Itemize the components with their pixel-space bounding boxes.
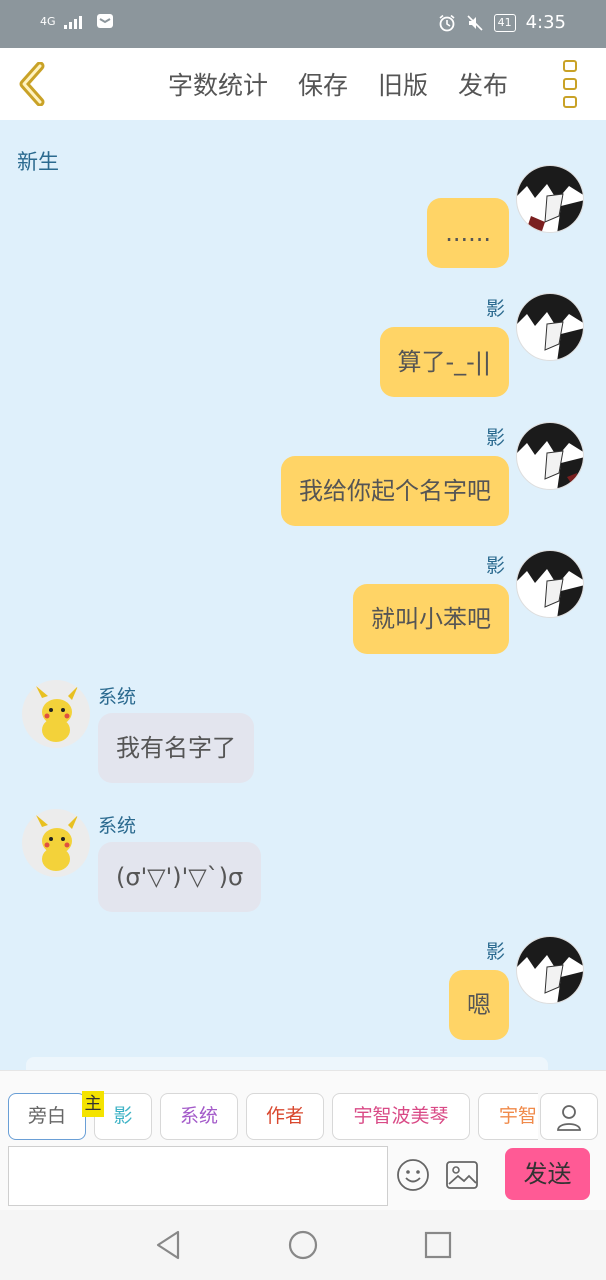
- nav-back-icon[interactable]: [152, 1228, 186, 1262]
- top-toolbar: 字数统计 保存 旧版 发布: [0, 48, 606, 120]
- more-dot-icon: [563, 78, 577, 90]
- toolbar-actions: 字数统计 保存 旧版 发布: [168, 66, 508, 102]
- role-chip-mikoto[interactable]: 宇智波美琴: [332, 1093, 470, 1140]
- sender-name: 影: [486, 427, 506, 449]
- chevron-left-icon: [19, 61, 45, 107]
- system-nav-bar: [0, 1210, 606, 1280]
- avatar-ying[interactable]: [516, 422, 584, 490]
- insert-image-button[interactable]: [445, 1159, 479, 1191]
- nav-recents-icon[interactable]: [421, 1228, 455, 1262]
- alarm-icon: [439, 14, 455, 31]
- message-bubble[interactable]: (σ'▽')'▽`)σ: [98, 842, 262, 912]
- add-role-button[interactable]: [540, 1093, 598, 1140]
- avatar-ying[interactable]: [516, 936, 584, 1004]
- status-left: 4G: [40, 12, 114, 30]
- pikachu-avatar-icon: [36, 815, 78, 871]
- smiley-icon: [397, 1159, 429, 1191]
- message-bubble[interactable]: 嗯: [449, 970, 509, 1040]
- role-chip-uchiha[interactable]: 宇智: [478, 1093, 538, 1140]
- network-indicator: 4G: [40, 14, 56, 28]
- emoji-button[interactable]: [396, 1158, 430, 1192]
- message-bubble[interactable]: ......: [427, 198, 509, 268]
- word-count-button[interactable]: 字数统计: [168, 66, 268, 102]
- status-right: 41 4:35: [438, 12, 566, 33]
- input-panel: 旁白 影 系统 作者 宇智波美琴 宇智 主 发送: [0, 1070, 606, 1210]
- anime-character-avatar-icon: [517, 937, 583, 1003]
- carrier-app-icon: [96, 14, 113, 28]
- nav-home-icon[interactable]: [286, 1228, 320, 1262]
- message-bubble[interactable]: 就叫小苯吧: [353, 584, 509, 654]
- send-button[interactable]: 发送: [505, 1148, 590, 1200]
- clock: 4:35: [525, 12, 566, 33]
- avatar-ying[interactable]: [516, 293, 584, 361]
- role-chip-system[interactable]: 系统: [160, 1093, 238, 1140]
- sender-name: 系统: [98, 686, 137, 708]
- more-options-button[interactable]: [563, 60, 581, 108]
- role-label: 旁白: [27, 1105, 66, 1127]
- sender-name: 影: [486, 298, 506, 320]
- anime-character-avatar-icon: [517, 423, 583, 489]
- mute-icon: [467, 14, 483, 31]
- message-input[interactable]: [8, 1146, 388, 1206]
- anime-character-avatar-icon: [517, 551, 583, 617]
- role-chip-author[interactable]: 作者: [246, 1093, 324, 1140]
- role-label: 宇智: [498, 1105, 537, 1127]
- main-role-badge: 主: [82, 1091, 104, 1117]
- publish-button[interactable]: 发布: [458, 66, 508, 102]
- anime-character-avatar-icon: [517, 294, 583, 360]
- message-bubble[interactable]: 我有名字了: [98, 713, 254, 783]
- anime-character-avatar-icon: [517, 166, 583, 232]
- message-bubble[interactable]: 我给你起个名字吧: [281, 456, 509, 526]
- role-label: 宇智波美琴: [353, 1105, 449, 1127]
- chat-title: 新生: [17, 150, 59, 174]
- old-version-button[interactable]: 旧版: [378, 66, 428, 102]
- partial-message-card: [26, 1057, 548, 1070]
- save-button[interactable]: 保存: [298, 66, 348, 102]
- role-chip-narrator[interactable]: 旁白: [8, 1093, 86, 1140]
- status-bar: 4G 41 4:35: [0, 0, 606, 48]
- signal-icon: [63, 16, 82, 29]
- role-label: 作者: [265, 1105, 304, 1127]
- image-icon: [446, 1161, 478, 1189]
- message-bubble[interactable]: 算了-_-||: [379, 327, 509, 397]
- battery-indicator: 41: [493, 13, 516, 32]
- sender-name: 影: [486, 555, 506, 577]
- avatar-ying[interactable]: [516, 550, 584, 618]
- more-dot-icon: [563, 96, 577, 108]
- avatar-ying[interactable]: [516, 165, 584, 233]
- more-dot-icon: [563, 60, 577, 72]
- role-label: 影: [113, 1105, 133, 1127]
- user-icon: [557, 1104, 581, 1131]
- back-button[interactable]: [16, 61, 50, 107]
- role-label: 系统: [179, 1105, 218, 1127]
- sender-name: 影: [486, 941, 506, 963]
- pikachu-avatar-icon: [36, 686, 78, 742]
- avatar-system[interactable]: [22, 809, 90, 877]
- sender-name: 系统: [98, 815, 137, 837]
- avatar-system[interactable]: [22, 680, 90, 748]
- chat-area[interactable]: 新生 ...... 影 算了-_-|| 影 我给你起个名字吧 影 就叫小苯吧 系…: [0, 120, 606, 1070]
